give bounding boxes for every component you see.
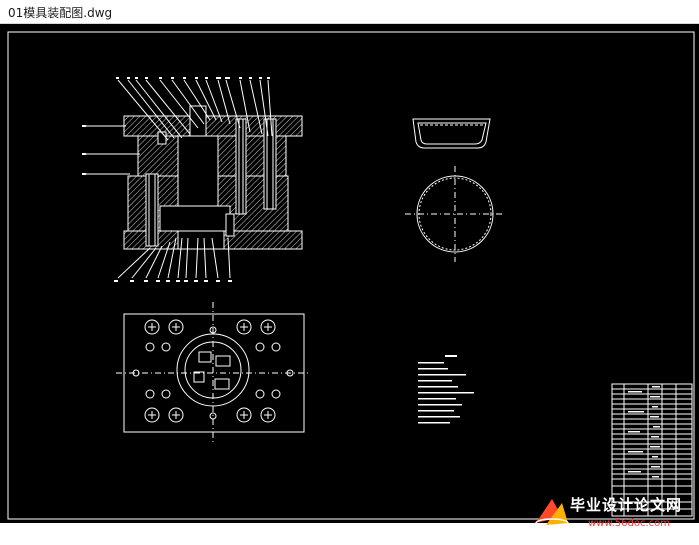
drawing-svg: [7, 31, 695, 520]
section-view: [82, 77, 303, 282]
watermark-text: 毕业设计论文网: [570, 496, 683, 514]
cad-drawing-canvas[interactable]: 毕业设计论文网 www.56doc.com: [0, 24, 699, 529]
drawing-frame: [7, 31, 695, 520]
title-bar: 01模具装配图.dwg: [0, 0, 699, 24]
window-title: 01模具装配图.dwg: [8, 6, 113, 20]
watermark: 毕业设计论文网 www.56doc.com: [530, 489, 695, 545]
technical-notes: [418, 355, 474, 424]
watermark-logo-icon: [535, 499, 569, 528]
part-side-view: [412, 118, 491, 149]
part-top-view: [405, 166, 505, 262]
top-plan-view: [116, 302, 310, 444]
watermark-url: www.56doc.com: [588, 518, 671, 529]
